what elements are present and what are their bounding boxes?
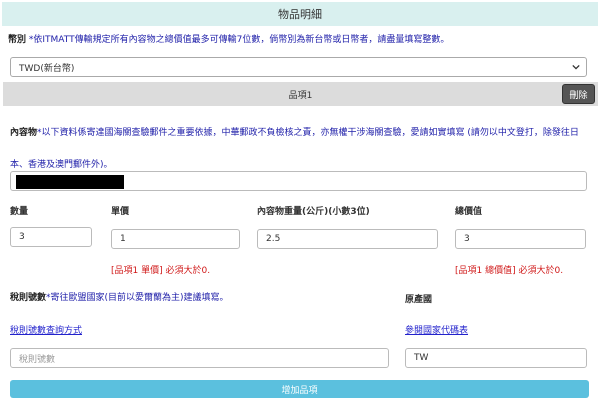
country-code-link[interactable]: 參閱國家代碼表 — [405, 323, 468, 336]
total-value-error: [品項1 總價值] 必須大於0. — [455, 266, 564, 276]
origin-input[interactable]: TW — [405, 348, 587, 368]
unit-price-value: 1 — [120, 234, 126, 244]
redacted-block — [16, 175, 124, 189]
item-header: 品項1 刪除 — [3, 82, 598, 106]
item-title: 品項1 — [288, 90, 313, 101]
unit-price-label: 單價 — [111, 207, 130, 217]
chevron-down-icon — [572, 64, 580, 70]
unit-price-error: [品項1 單價] 必須大於0. — [111, 266, 211, 276]
origin-value: TW — [414, 353, 429, 363]
tax-number-placeholder: 稅則號數 — [19, 354, 56, 365]
section-title: 物品明細 — [278, 8, 322, 21]
delete-button[interactable]: 刪除 — [562, 84, 595, 104]
total-value-value: 3 — [464, 234, 470, 244]
section-header: 物品明細 — [2, 2, 598, 26]
total-value-input[interactable]: 3 — [455, 229, 586, 249]
currency-label-row: 幣別 *依ITMATT傳輸規定所有內容物之總價值最多可傳輸7位數，倘幣別為新台幣… — [8, 34, 593, 46]
contents-note: *以下資料係寄達國海關查驗郵件之重要依據，中華郵政不負檢核之責，亦無權干涉海關查… — [10, 128, 579, 170]
add-item-button[interactable]: 增加品項 — [10, 380, 589, 398]
currency-label: 幣別 — [8, 35, 27, 45]
tax-lookup-link[interactable]: 稅則號數查詢方式 — [10, 323, 82, 336]
tax-number-input[interactable]: 稅則號數 — [10, 348, 389, 368]
weight-value: 2.5 — [266, 234, 281, 244]
origin-label: 原產國 — [405, 295, 433, 305]
weight-input[interactable]: 2.5 — [257, 229, 438, 249]
quantity-label: 數量 — [10, 207, 29, 217]
unit-price-input[interactable]: 1 — [111, 229, 240, 249]
total-value-label: 總價值 — [455, 207, 483, 217]
tax-note: *寄往歐盟國家(目前以愛爾蘭為主)建議填寫。 — [46, 293, 229, 303]
currency-select[interactable]: TWD(新台幣) — [10, 57, 587, 77]
tax-label: 稅則號數 — [10, 293, 47, 303]
contents-label: 內容物 — [10, 128, 38, 138]
currency-note: *依ITMATT傳輸規定所有內容物之總價值最多可傳輸7位數，倘幣別為新台幣或日幣… — [28, 35, 450, 45]
currency-selected-value: TWD(新台幣) — [19, 63, 75, 74]
quantity-input[interactable]: 3 — [10, 227, 92, 247]
tax-label-row: 稅則號數*寄往歐盟國家(目前以愛爾蘭為主)建議填寫。 — [10, 292, 229, 304]
weight-label: 內容物重量(公斤)(小數3位) — [257, 207, 370, 217]
quantity-value: 3 — [19, 232, 25, 242]
